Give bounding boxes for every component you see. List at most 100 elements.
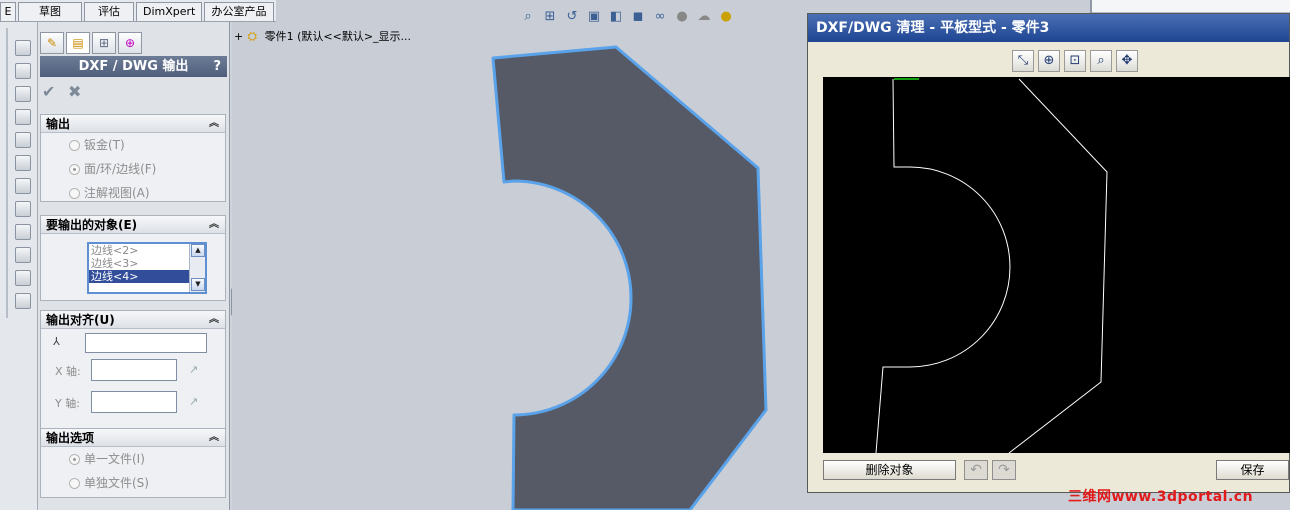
dxf-cleanup-dialog: DXF/DWG 清理 - 平板型式 - 零件3 ⤡ ⊕ ⊡ ⌕ ✥ 删除对象 ↶… [807, 13, 1290, 493]
save-button[interactable]: 保存 [1216, 460, 1289, 480]
zoom-area-icon[interactable]: ⌕ [1090, 50, 1112, 72]
pattern-icon[interactable] [15, 224, 31, 240]
reverse-direction-icon[interactable]: ↗ [189, 363, 203, 377]
radio-sheet-metal[interactable]: 钣金(T) [69, 137, 125, 153]
command-manager-tabs: E 草图 评估 DimXpert 办公室产品 [0, 0, 276, 22]
radio-button[interactable] [69, 188, 80, 199]
hide-show-items-icon[interactable]: ∞ [651, 8, 669, 26]
radio-single-file[interactable]: 单一文件(I) [69, 451, 145, 467]
task-pane-header [1090, 0, 1290, 13]
tab-features[interactable]: E [0, 2, 16, 21]
radio-label: 钣金(T) [84, 138, 125, 152]
radio-button-selected[interactable] [69, 454, 80, 465]
configuration-manager-tab[interactable]: ⊞ [92, 32, 116, 54]
view-settings-icon[interactable]: ● [717, 8, 735, 26]
zoom-to-fit-icon[interactable]: ⌕ [519, 8, 537, 26]
dialog-title[interactable]: DXF/DWG 清理 - 平板型式 - 零件3 [808, 14, 1289, 42]
output-options-group-header[interactable]: 输出选项 ︽ [41, 429, 225, 447]
radio-button-selected[interactable] [69, 164, 80, 175]
delete-entities-button[interactable]: 删除对象 [823, 460, 956, 480]
dimxpert-icon: ⊕ [124, 36, 136, 50]
tab-dimxpert[interactable]: DimXpert [136, 2, 202, 21]
redo-button[interactable]: ↷ [992, 460, 1016, 480]
extrude-icon[interactable] [15, 40, 31, 56]
toolbar-grip[interactable] [6, 28, 8, 318]
x-axis-field[interactable] [91, 359, 177, 381]
zoom-icon[interactable]: ⊕ [1038, 50, 1060, 72]
ok-button[interactable]: ✔ [42, 82, 55, 101]
y-axis-field[interactable] [91, 391, 177, 413]
output-group-header[interactable]: 输出 ︽ [41, 115, 225, 133]
list-item-selected[interactable]: 边线<4> [89, 270, 191, 283]
manager-tabs: ✎ ▤ ⊞ ⊕ [38, 32, 230, 56]
graphics-area[interactable]: + ⛭ 零件1 (默认<<默认>_显示... Y [232, 22, 808, 510]
curves-icon[interactable] [15, 270, 31, 286]
entities-group: 要输出的对象(E) ︽ 边线<2> 边线<3> 边线<4> ▲ ▼ [40, 215, 226, 301]
apply-scene-icon[interactable]: ☁ [695, 8, 713, 26]
dxf-preview-canvas[interactable] [823, 77, 1290, 453]
flat-pattern-face[interactable] [491, 45, 768, 510]
list-item[interactable]: 边线<2> [89, 244, 191, 257]
zoom-to-area-icon[interactable]: ⊞ [541, 8, 559, 26]
listbox-scrollbar[interactable]: ▲ ▼ [189, 244, 205, 292]
cancel-button[interactable]: ✖ [68, 82, 81, 101]
radio-button[interactable] [69, 478, 80, 489]
loft-icon[interactable] [15, 109, 31, 125]
reference-geometry-icon[interactable] [15, 201, 31, 217]
radio-label: 单独文件(S) [84, 476, 149, 490]
help-button[interactable]: ? [213, 56, 221, 77]
group-title: 输出 [46, 117, 71, 131]
scroll-up-icon[interactable]: ▲ [191, 244, 205, 257]
list-item[interactable]: 边线<3> [89, 257, 191, 270]
entities-group-header[interactable]: 要输出的对象(E) ︽ [41, 216, 225, 234]
alignment-group-header[interactable]: 输出对齐(U) ︽ [41, 311, 225, 329]
radio-label: 面/环/边线(F) [84, 162, 157, 176]
tab-office-products[interactable]: 办公室产品 [204, 2, 274, 21]
cut-icon[interactable] [15, 132, 31, 148]
output-group: 输出 ︽ 钣金(T) 面/环/边线(F) 注解视图(A) [40, 114, 226, 202]
x-axis-label: X 轴: [55, 365, 81, 378]
view-orientation-icon[interactable]: ◧ [607, 8, 625, 26]
radio-separate-files[interactable]: 单独文件(S) [69, 475, 149, 491]
title-text: DXF / DWG 输出 [78, 59, 189, 74]
instant3d-icon[interactable] [15, 293, 31, 309]
group-title: 要输出的对象(E) [46, 218, 138, 232]
tab-evaluate[interactable]: 评估 [84, 2, 134, 21]
edit-appearance-icon[interactable]: ● [673, 8, 691, 26]
undo-button[interactable]: ↶ [964, 460, 988, 480]
display-style-icon[interactable]: ◼ [629, 8, 647, 26]
select-icon[interactable]: ⤡ [1012, 50, 1034, 72]
section-view-icon[interactable]: ▣ [585, 8, 603, 26]
collapse-icon[interactable]: ︽ [209, 216, 219, 234]
radio-button[interactable] [69, 140, 80, 151]
shell-icon[interactable] [15, 155, 31, 171]
zoom-fit-icon[interactable]: ⊡ [1064, 50, 1086, 72]
pan-icon[interactable]: ✥ [1116, 50, 1138, 72]
collapse-icon[interactable]: ︽ [209, 115, 219, 133]
property-manager: ✎ ▤ ⊞ ⊕ DXF / DWG 输出 ? ✔ ✖ 输出 ︽ 钣金(T) 面/… [38, 22, 230, 510]
feature-manager-tab[interactable]: ✎ [40, 32, 64, 54]
scroll-down-icon[interactable]: ▼ [191, 278, 205, 291]
coordinate-system-icon: ⅄ [53, 335, 60, 348]
origin-field[interactable] [85, 333, 207, 353]
property-icon: ▤ [72, 36, 84, 50]
entities-listbox[interactable]: 边线<2> 边线<3> 边线<4> ▲ ▼ [87, 242, 207, 294]
property-manager-tab[interactable]: ▤ [66, 32, 90, 54]
radio-label: 注解视图(A) [84, 186, 150, 200]
radio-label: 单一文件(I) [84, 452, 145, 466]
reverse-direction-icon[interactable]: ↗ [189, 395, 203, 409]
collapse-icon[interactable]: ︽ [209, 429, 219, 447]
previous-view-icon[interactable]: ↺ [563, 8, 581, 26]
dimxpert-manager-tab[interactable]: ⊕ [118, 32, 142, 54]
flat-pattern-outline [875, 78, 1108, 453]
sweep-icon[interactable] [15, 86, 31, 102]
part-canvas[interactable] [232, 22, 808, 510]
radio-annotation-views[interactable]: 注解视图(A) [69, 185, 150, 201]
draft-icon[interactable] [15, 178, 31, 194]
radio-faces-loops-edges[interactable]: 面/环/边线(F) [69, 161, 156, 177]
mirror-icon[interactable] [15, 247, 31, 263]
revolve-icon[interactable] [15, 63, 31, 79]
tab-sketch[interactable]: 草图 [18, 2, 82, 21]
collapse-icon[interactable]: ︽ [209, 311, 219, 329]
y-axis-label: Y 轴: [55, 397, 80, 410]
